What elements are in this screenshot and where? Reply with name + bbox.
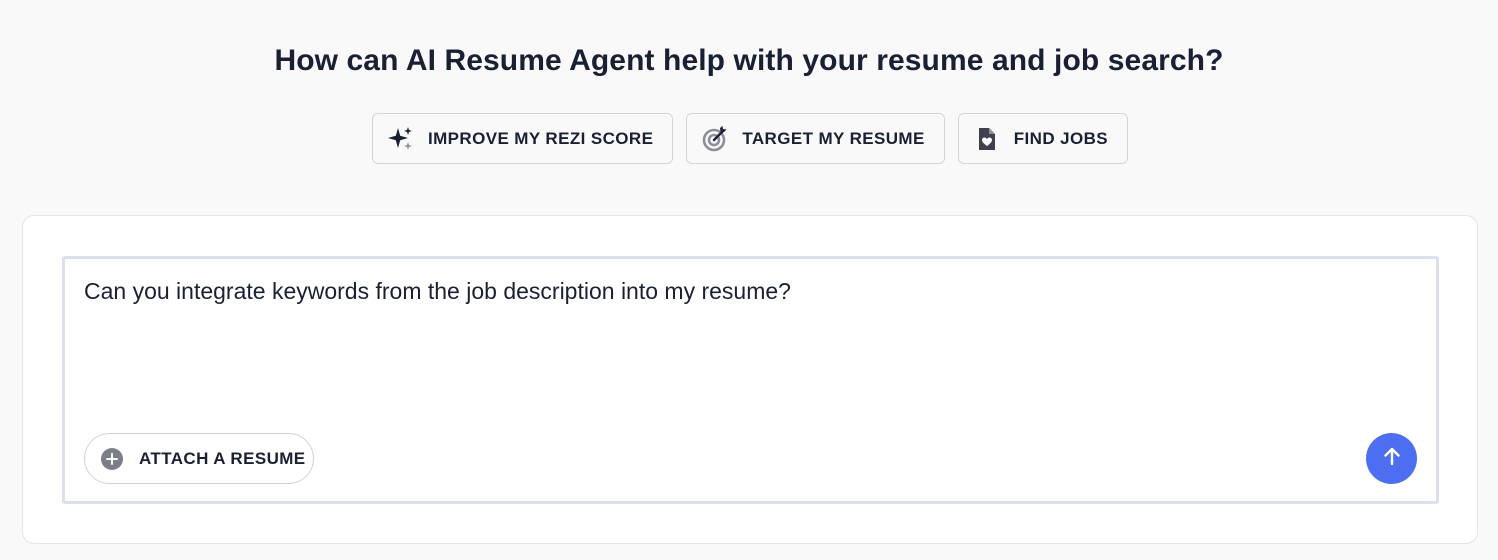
target-resume-label: TARGET MY RESUME	[742, 128, 925, 148]
improve-score-label: IMPROVE MY REZI SCORE	[427, 128, 654, 148]
page: How can AI Resume Agent help with your r…	[0, 0, 1498, 560]
document-heart-icon	[974, 126, 1000, 152]
sparkles-icon	[387, 126, 414, 152]
send-button[interactable]	[1366, 433, 1417, 484]
plus-circle-icon	[101, 447, 123, 470]
message-composer[interactable]: Can you integrate keywords from the job …	[62, 256, 1439, 504]
page-title: How can AI Resume Agent help with your r…	[274, 44, 1224, 77]
attach-resume-button[interactable]: ATTACH A RESUME	[84, 433, 314, 484]
find-jobs-button[interactable]: FIND JOBS	[957, 113, 1129, 164]
message-input[interactable]: Can you integrate keywords from the job …	[84, 278, 791, 305]
find-jobs-label: FIND JOBS	[1013, 128, 1109, 148]
attach-resume-label: ATTACH A RESUME	[139, 448, 306, 468]
chat-card: Can you integrate keywords from the job …	[22, 215, 1478, 544]
target-icon	[702, 125, 728, 152]
suggestion-actions: IMPROVE MY REZI SCORE TARGET MY RESUME F…	[0, 113, 1498, 164]
improve-score-button[interactable]: IMPROVE MY REZI SCORE	[371, 113, 674, 164]
arrow-up-icon	[1381, 445, 1403, 472]
target-resume-button[interactable]: TARGET MY RESUME	[686, 113, 945, 164]
